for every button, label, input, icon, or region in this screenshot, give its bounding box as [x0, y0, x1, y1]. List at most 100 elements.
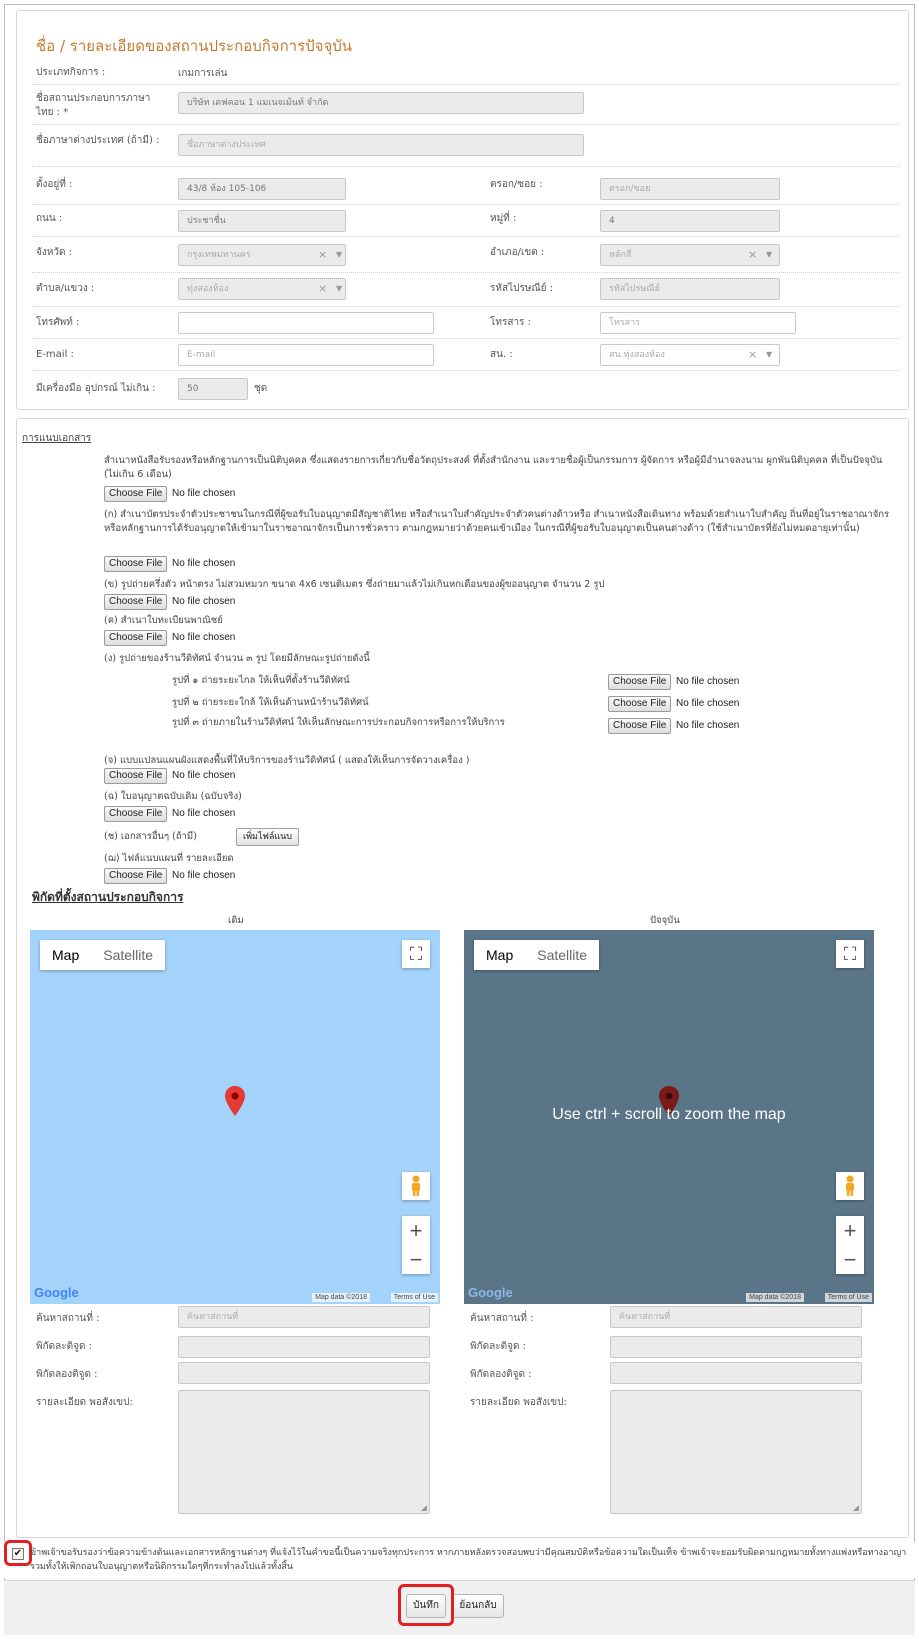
search-place-input[interactable]: ค้นหาสถานที่	[178, 1306, 430, 1328]
chevron-down-icon[interactable]: ▼	[766, 350, 772, 359]
clear-icon[interactable]: ×	[318, 282, 327, 295]
alley-input[interactable]: ตรอก/ซอย	[600, 178, 780, 200]
longitude-label: พิกัดลองติจูด :	[36, 1369, 98, 1380]
map-old[interactable]: Map Satellite ⛶ + − Google Map data ©201…	[30, 930, 440, 1304]
zoom-out-button[interactable]: −	[402, 1245, 430, 1274]
no-file-label: No file chosen	[676, 720, 740, 731]
doc-kho-label: (ค) สำเนาใบทะเบียนพาณิชย์	[104, 615, 223, 626]
fax-input[interactable]: โทรสาร	[600, 312, 796, 334]
latitude-label: พิกัดละติจูด :	[470, 1341, 527, 1352]
choose-file-button[interactable]: Choose File	[608, 674, 672, 690]
road-input[interactable]: ประชาชื่น	[178, 210, 346, 232]
choose-file-button[interactable]: Choose File	[608, 696, 672, 712]
clear-icon[interactable]: ×	[318, 248, 327, 261]
no-file-label: No file chosen	[676, 676, 740, 687]
subdistrict-label: ตำบล/แขวง :	[36, 283, 95, 294]
no-file-label: No file chosen	[172, 870, 236, 881]
moo-input[interactable]: 4	[600, 210, 780, 232]
detail-textarea[interactable]: ◢	[610, 1390, 862, 1514]
map-type-tabs: Map Satellite	[474, 940, 600, 970]
email-label: E-mail :	[36, 349, 74, 360]
phone-label: โทรศัพท์ :	[36, 317, 80, 328]
chevron-down-icon[interactable]: ▼	[336, 250, 342, 259]
fullscreen-icon[interactable]: ⛶	[836, 940, 864, 968]
attachments-heading: การแนบเอกสาร	[22, 433, 92, 444]
highlight-box	[398, 1584, 454, 1626]
chevron-down-icon[interactable]: ▼	[766, 250, 772, 259]
equipment-input[interactable]: 50	[178, 378, 248, 400]
zoom-out-button[interactable]: −	[836, 1245, 864, 1274]
map-marker-icon[interactable]	[225, 1086, 245, 1116]
chevron-down-icon[interactable]: ▼	[336, 284, 342, 293]
detail-label: รายละเอียด พอสังเขป:	[36, 1397, 133, 1408]
map-old-title: เดิม	[228, 915, 244, 926]
satellite-tab[interactable]: Satellite	[525, 940, 599, 970]
choose-file-button[interactable]: Choose File	[104, 486, 168, 502]
alley-label: ตรอก/ซอย :	[490, 179, 543, 190]
phone-input[interactable]	[178, 312, 434, 334]
choose-file-button[interactable]: Choose File	[608, 718, 672, 734]
row-divider	[32, 236, 900, 237]
choose-file-button[interactable]: Choose File	[104, 806, 168, 822]
map-type-tabs: Map Satellite	[40, 940, 166, 970]
zoom-in-button[interactable]: +	[836, 1216, 864, 1245]
back-button[interactable]: ย้อนกลับ	[452, 1594, 504, 1618]
section-title: ชื่อ / รายละเอียดของสถานประกอบกิจการปัจจ…	[36, 37, 353, 55]
choose-file-button[interactable]: Choose File	[104, 556, 168, 572]
email-input[interactable]: E-mail	[178, 344, 434, 366]
terms-link[interactable]: Terms of Use	[824, 1293, 872, 1302]
row-divider	[32, 370, 900, 371]
search-place-label: ค้นหาสถานที่ :	[470, 1313, 534, 1324]
no-file-label: No file chosen	[172, 558, 236, 569]
no-file-label: No file chosen	[676, 698, 740, 709]
doc-chh-label: (ฉ) ใบอนุญาตฉบับเดิม (ฉบับจริง)	[104, 791, 242, 802]
postcode-input[interactable]: รหัสไปรษณีย์	[600, 278, 780, 300]
map-tab[interactable]: Map	[474, 940, 525, 970]
row-divider	[32, 84, 900, 85]
pegman-icon[interactable]	[402, 1172, 430, 1200]
latitude-input[interactable]	[610, 1336, 862, 1358]
doc-chhor-label: (ฌ) ไฟล์แนบแผนที่ รายละเอียด	[104, 853, 234, 864]
row-divider	[32, 166, 900, 167]
row-divider	[32, 124, 900, 125]
choose-file-button[interactable]: Choose File	[104, 768, 168, 784]
photo1-label: รูปที่ ๑ ถ่ายระยะไกล ให้เห็นที่ตั้งร้านว…	[172, 675, 350, 686]
no-file-label: No file chosen	[172, 596, 236, 607]
clear-icon[interactable]: ×	[748, 248, 757, 261]
business-type-label: ประเภทกิจการ :	[36, 67, 106, 78]
latitude-label: พิกัดละติจูด :	[36, 1341, 93, 1352]
fullscreen-icon[interactable]: ⛶	[402, 940, 430, 968]
name-foreign-input[interactable]: ชื่อภาษาต่างประเทศ	[178, 134, 584, 156]
google-logo: Google	[34, 1285, 79, 1300]
map-tab[interactable]: Map	[40, 940, 91, 970]
row-divider	[32, 338, 900, 339]
highlight-box	[4, 1540, 32, 1566]
add-attachment-button[interactable]: เพิ่มไฟล์แนบ	[236, 828, 300, 846]
detail-label: รายละเอียด พอสังเขป:	[470, 1397, 567, 1408]
search-place-input[interactable]: ค้นหาสถานที่	[610, 1306, 862, 1328]
row-divider	[32, 272, 900, 273]
choose-file-button[interactable]: Choose File	[104, 594, 168, 610]
zoom-in-button[interactable]: +	[402, 1216, 430, 1245]
detail-textarea[interactable]: ◢	[178, 1390, 430, 1514]
longitude-input[interactable]	[178, 1362, 430, 1384]
clear-icon[interactable]: ×	[748, 348, 757, 361]
resize-handle-icon[interactable]: ◢	[421, 1503, 427, 1512]
pegman-icon[interactable]	[836, 1172, 864, 1200]
longitude-input[interactable]	[610, 1362, 862, 1384]
choose-file-button[interactable]: Choose File	[104, 630, 168, 646]
doc-ng-label: (ง) รูปถ่ายของร้านวีดิทัศน์ จำนวน ๓ รูป …	[104, 653, 370, 664]
satellite-tab[interactable]: Satellite	[91, 940, 165, 970]
longitude-label: พิกัดลองติจูด :	[470, 1369, 532, 1380]
zoom-controls: + −	[836, 1216, 864, 1274]
resize-handle-icon[interactable]: ◢	[853, 1503, 859, 1512]
terms-link[interactable]: Terms of Use	[390, 1293, 438, 1302]
no-file-label: No file chosen	[172, 770, 236, 781]
latitude-input[interactable]	[178, 1336, 430, 1358]
address-input[interactable]: 43/8 ห้อง 105-106	[178, 178, 346, 200]
name-th-input[interactable]: บริษัท เดฟคอน 1 แมเนจเม้นท์ จำกัด	[178, 92, 584, 114]
consent-text: ข้าพเจ้าขอรับรองว่าข้อความข้างต้นและเอกส…	[30, 1548, 907, 1572]
choose-file-button[interactable]: Choose File	[104, 868, 168, 884]
province-label: จังหวัด :	[36, 247, 72, 258]
map-current[interactable]: Map Satellite ⛶ Use ctrl + scroll to zoo…	[464, 930, 874, 1304]
